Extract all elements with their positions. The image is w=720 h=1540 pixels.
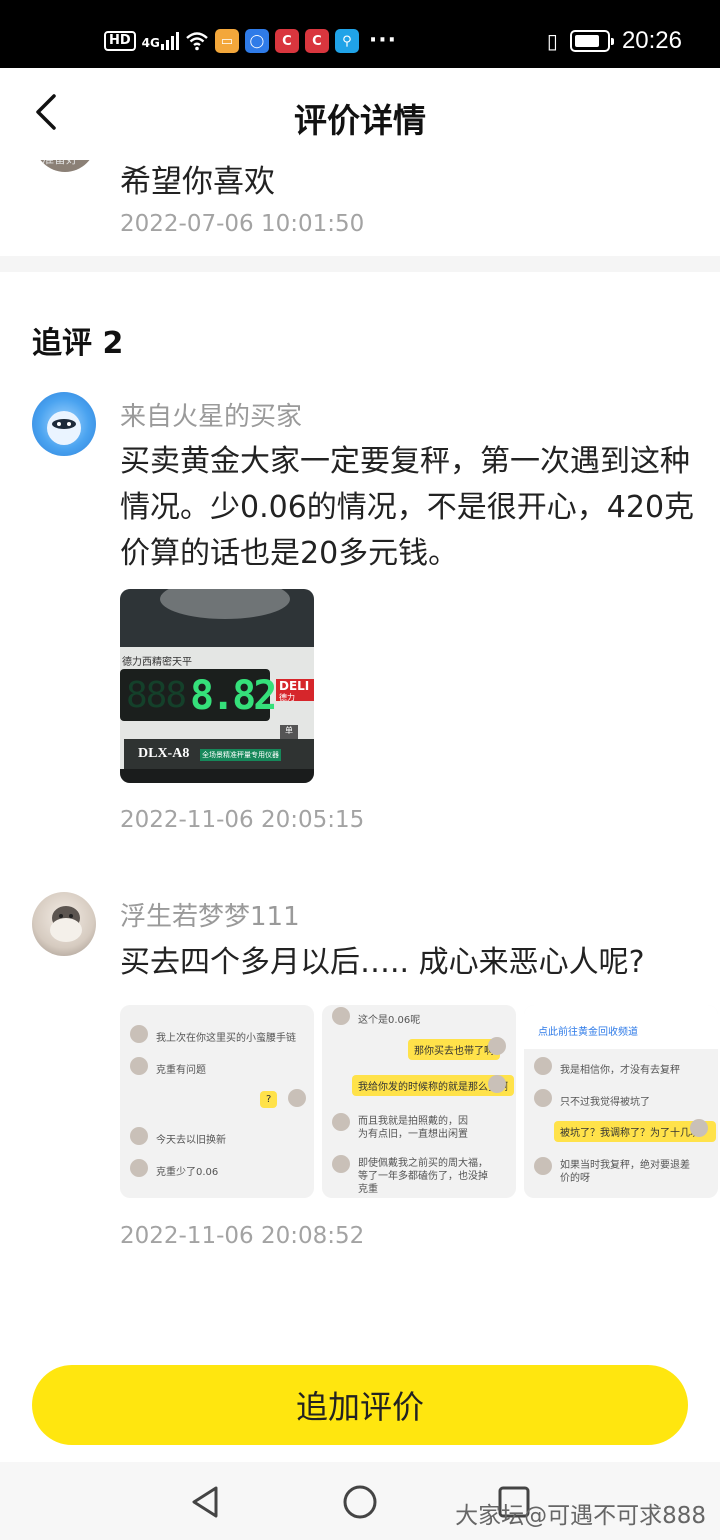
signal-icon: 4G [142, 32, 179, 50]
mascot-avatar-icon [47, 411, 81, 445]
header: 评价详情 [0, 68, 720, 160]
status-right-icons: ▯ 20:26 [547, 26, 682, 56]
chat-message: 我上次在你这里买的小蛮腰手链 [156, 1033, 296, 1044]
add-followup-review-button[interactable]: 追加评价 [32, 1365, 688, 1445]
review-screenshot-thumb[interactable]: 这个是0.06呢 那你买去也带了啊 我给你发的时候称的就是那么多啊 而且我就是拍… [322, 1005, 516, 1198]
scale-model: DLX-A8 [138, 746, 190, 761]
clock: 20:26 [621, 27, 682, 54]
chat-message: 我是相信你，才没有去复秤 [560, 1065, 680, 1076]
status-left-icons: HD 4G ▭ ◯ C C ⚲ ··· [104, 26, 397, 56]
review-text: 买去四个多月以后….. 成心来恶心人呢? [120, 945, 645, 980]
review-timestamp: 2022-11-06 20:05:15 [120, 807, 365, 833]
system-nav-bar: 大家坛@可遇不可求888 [0, 1462, 720, 1540]
review-screenshot-thumb[interactable]: 点此前往黄金回收频道 我是相信你，才没有去复秤 只不过我觉得被坑了 被坑了？我调… [524, 1005, 718, 1198]
nav-back-icon[interactable] [186, 1482, 226, 1522]
brand-logo-cn: 德力 [279, 693, 295, 702]
app-c-icon: C [274, 29, 299, 53]
followup-section-title: 追评 2 [32, 326, 124, 361]
avatar[interactable] [32, 892, 96, 956]
folder-app-icon: ▭ [214, 29, 239, 53]
review-photo[interactable]: 德力西精密天平 888 8.82 DELI 德力 单 DLX-A8 全场景精准秤… [120, 589, 314, 783]
chat-message: 今天去以旧换新 [156, 1135, 226, 1146]
vibrate-icon: ▯ [546, 29, 558, 53]
review-screenshot-thumb[interactable]: 我上次在你这里买的小蛮腰手链 克重有问题 ? 今天去以旧换新 克重少了0.06 [120, 1005, 314, 1198]
gold-recycle-link: 点此前往黄金回收频道 [538, 1027, 638, 1038]
chat-message: 克重少了0.06 [156, 1167, 219, 1178]
avatar[interactable] [32, 392, 96, 456]
review-text: 希望你喜欢 [120, 164, 275, 200]
cat-avatar-icon [50, 906, 82, 942]
review-timestamp: 2022-07-06 10:01:50 [120, 211, 365, 237]
chat-message: 克重有问题 [156, 1065, 206, 1076]
search-app-icon: ⚲ [334, 29, 359, 53]
review-text: 买卖黄金大家一定要复秤，第一次遇到这种情况。少0.06的情况，不是很开心，420… [120, 444, 695, 571]
chat-reply: ? [260, 1091, 278, 1108]
scale-label: 德力西精密天平 [122, 657, 192, 668]
chat-message: 只不过我觉得被坑了 [560, 1097, 650, 1108]
chat-message: 而且我就是拍照戴的，因为有点旧，一直想出闲置 [358, 1116, 468, 1140]
brand-logo: DELI [279, 679, 310, 693]
chat-message: 这个是0.06呢 [358, 1015, 421, 1026]
scale-caption: 全场景精准秤量专用仪器 [200, 749, 281, 761]
section-divider [0, 256, 720, 272]
review-timestamp: 2022-11-06 20:08:52 [120, 1223, 365, 1249]
reviewer-name: 来自火星的买家 [120, 402, 303, 432]
chat-message: 即使佩戴我之前买的周大福，等了一年多都磕伤了，也没掉克重 [358, 1158, 488, 1195]
network-type: 4G [141, 36, 160, 50]
lightbulb-app-icon: ◯ [244, 29, 269, 53]
status-bar: HD 4G ▭ ◯ C C ⚲ ··· ▯ 20:26 [0, 0, 720, 68]
reviewer-name: 浮生若梦梦111 [120, 902, 300, 932]
app-c-icon: C [304, 29, 329, 53]
nav-home-icon[interactable] [340, 1482, 380, 1522]
wifi-icon [186, 32, 208, 51]
chat-message: 如果当时我复秤，绝对要退差价的呀 [560, 1160, 690, 1184]
battery-icon [569, 30, 614, 52]
hd-icon: HD [104, 31, 136, 51]
scale-display-value: 8.82 [190, 673, 277, 719]
page-title: 评价详情 [294, 101, 426, 140]
watermark: 大家坛@可遇不可求888 [455, 1503, 706, 1529]
chat-reply: 那你买去也带了啊 [408, 1039, 500, 1060]
more-notifications-icon: ··· [368, 28, 397, 53]
